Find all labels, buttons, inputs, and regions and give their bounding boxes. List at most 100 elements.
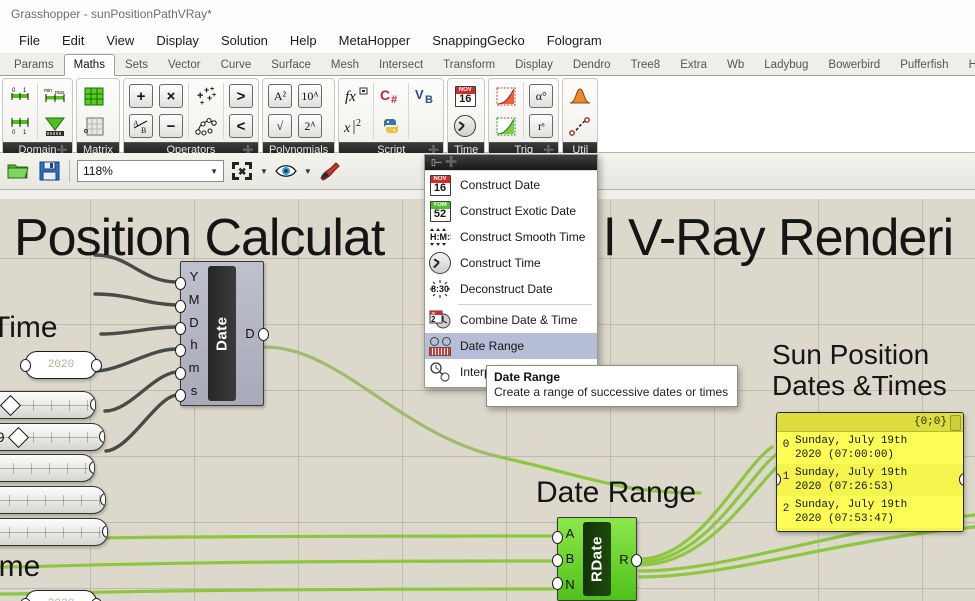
script-placeholder-icon[interactable] [411,111,441,141]
component-deconstruct-matrix-icon[interactable] [79,111,109,141]
component-sine-icon[interactable] [491,81,521,111]
menu-item-construct-time[interactable]: Construct Time [425,250,597,276]
component-python-script-icon[interactable] [376,111,406,141]
number-slider-month[interactable]: 7 [0,391,96,419]
component-interpolate-icon[interactable] [565,111,595,141]
menu-item-edit[interactable]: Edit [51,30,95,51]
menu-item-solution[interactable]: Solution [210,30,279,51]
tab-sets[interactable]: Sets [115,54,158,75]
port-in-Y[interactable] [175,277,186,290]
tab-intersect[interactable]: Intersect [369,54,433,75]
menu-item-fologram[interactable]: Fologram [536,30,613,51]
number-slider-day[interactable]: 19 [0,423,105,451]
port-in[interactable] [20,359,31,372]
number-param-year-top[interactable]: 2020 [20,351,102,379]
component-division-icon[interactable]: A B [126,111,156,141]
menu-item-display[interactable]: Display [145,30,210,51]
zoom-level-combobox[interactable]: 118% ▼ [77,160,224,182]
component-date-range[interactable]: A B N RDate R [552,517,642,601]
tab-display[interactable]: Display [505,54,563,75]
component-divide-domain-icon[interactable]: 0 1 [5,81,35,111]
menu-item-file[interactable]: File [8,30,51,51]
tab-extra[interactable]: Extra [670,54,717,75]
port-out[interactable] [89,461,94,474]
component-multiplication-icon[interactable]: × [156,81,186,111]
number-slider-minute[interactable] [0,486,106,514]
slider-handle[interactable] [7,426,29,448]
tab-honeybee[interactable]: Honeybee [959,54,975,75]
tab-params[interactable]: Params [4,54,64,75]
number-param-year-bottom[interactable]: 2020 [20,590,102,601]
component-expression-icon[interactable]: fx [341,81,371,111]
component-power-of-ten-icon[interactable]: 10ᴬ [295,81,325,111]
component-domain-icon[interactable]: 0 1 [5,111,35,141]
chevron-down-icon[interactable]: ▼ [210,167,218,176]
save-icon[interactable] [36,158,62,184]
component-smaller-than-icon[interactable]: < [226,111,256,141]
tab-dendro[interactable]: Dendro [563,54,621,75]
drag-handle-icon[interactable]: ▯─ [431,157,441,168]
panel-sun-position-dates[interactable]: {0;0} 0 Sunday, July 19th 2020 (07:00:00… [776,412,964,532]
port-in-s[interactable] [175,389,186,402]
tab-transform[interactable]: Transform [433,54,505,75]
menu-item-metahopper[interactable]: MetaHopper [328,30,422,51]
port-in-m[interactable] [175,367,186,380]
component-subtraction-icon[interactable]: − [156,111,186,141]
port-in-h[interactable] [175,344,186,357]
tab-vector[interactable]: Vector [158,54,211,75]
paint-icon[interactable] [317,158,343,184]
port-out[interactable] [99,430,104,443]
time-component-dropdown-menu[interactable]: ▯─ ➕ NOV 16 Construct Date YOM 52 Construc… [424,154,598,388]
component-radians-icon[interactable]: rˢ [526,111,556,141]
component-bounds-icon[interactable]: min max [40,81,70,111]
component-construct-date-icon[interactable]: NOV 16 [450,81,480,111]
menu-item-combine-date-time[interactable]: JU 2 Combine Date & Time [425,307,597,333]
tab-tree8[interactable]: Tree8 [621,54,671,75]
preview-eye-icon[interactable] [273,158,299,184]
menu-item-help[interactable]: Help [279,30,328,51]
component-addition-icon[interactable]: + [126,81,156,111]
component-mass-addition-icon[interactable]: + + + + + + [191,81,221,111]
component-square-root-icon[interactable]: √ [265,111,295,141]
menu-item-construct-date[interactable]: NOV 16 Construct Date [425,172,597,198]
port-out-D[interactable] [258,328,269,341]
tab-maths[interactable]: Maths [63,54,115,76]
zoom-extents-dropdown-icon[interactable]: ▼ [260,167,268,176]
component-evaluate-icon[interactable]: x 2 [341,111,371,141]
port-in-D[interactable] [175,322,186,335]
port-out[interactable] [91,359,102,372]
port-out[interactable] [90,398,95,411]
component-csharp-script-icon[interactable]: C # [376,81,406,111]
component-power-icon[interactable]: A² [265,81,295,111]
tab-wb[interactable]: Wb [717,54,754,75]
component-construct-matrix-icon[interactable] [79,81,109,111]
component-power-of-two-icon[interactable]: 2ᴬ [295,111,325,141]
menu-item-snappinggecko[interactable]: SnappingGecko [421,30,536,51]
panel-scrollbar[interactable] [950,415,961,431]
component-gaussian-icon[interactable] [565,81,595,111]
tab-pufferfish[interactable]: Pufferfish [890,54,958,75]
component-find-domain-icon[interactable] [40,111,70,141]
port-in-A[interactable] [552,531,563,544]
number-slider-second[interactable] [0,518,108,546]
port-out[interactable] [102,525,107,538]
port-out[interactable] [959,473,963,486]
component-construct-time-icon[interactable] [450,111,480,141]
number-slider-hour[interactable]: 7 [0,454,95,482]
menu-item-construct-exotic-date[interactable]: YOM 52 Construct Exotic Date [425,198,597,224]
component-larger-than-icon[interactable]: > [226,81,256,111]
tab-bowerbird[interactable]: Bowerbird [818,54,890,75]
preview-dropdown-icon[interactable]: ▼ [304,167,312,176]
open-folder-icon[interactable] [5,158,31,184]
port-in-B[interactable] [552,554,563,567]
menu-item-construct-smooth-time[interactable]: H:M:S Construct Smooth Time [425,224,597,250]
component-degrees-icon[interactable]: α° [526,81,556,111]
slider-handle[interactable] [0,394,21,416]
tab-mesh[interactable]: Mesh [321,54,369,75]
tab-surface[interactable]: Surface [261,54,321,75]
zoom-extents-icon[interactable]: ✖ [229,158,255,184]
component-cosine-icon[interactable] [491,111,521,141]
tab-ladybug[interactable]: Ladybug [754,54,818,75]
port-in-N[interactable] [552,577,563,590]
port-out-R[interactable] [631,554,642,567]
